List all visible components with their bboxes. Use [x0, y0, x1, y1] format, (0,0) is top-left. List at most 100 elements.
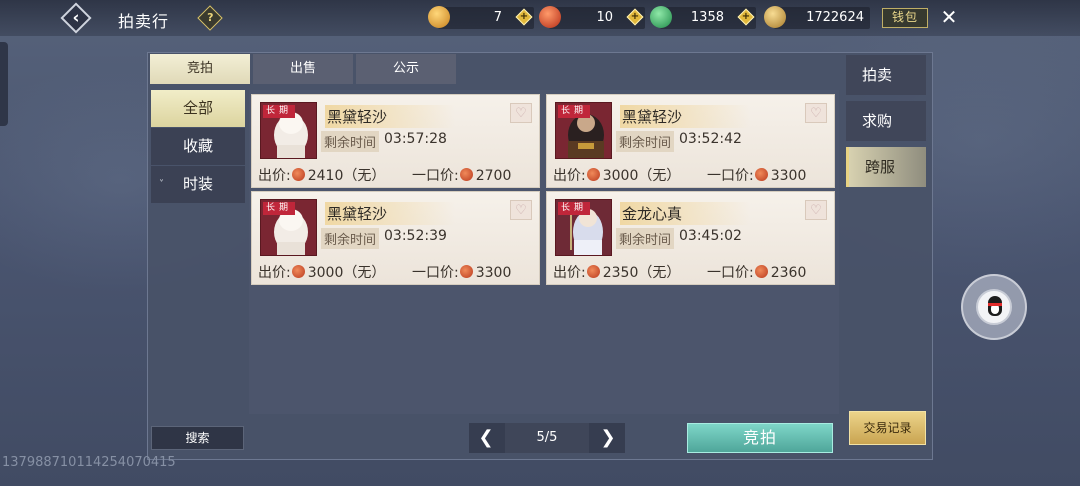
coin-icon [754, 265, 768, 278]
add-currency-button[interactable]: + [737, 8, 755, 26]
add-currency-button[interactable]: + [515, 8, 533, 26]
time-remaining: 03:52:39 [384, 228, 447, 244]
top-bar: ‹ 拍卖行 ? 7 + 10 + 1358 + 1722624 钱包 ✕ [0, 0, 1080, 36]
bid-price: 出价: 2410（无） [258, 165, 385, 185]
tab-wanted[interactable]: 求购 [846, 101, 926, 141]
item-list: 长期 黑黛轻沙 ♡ 剩余时间 03:57:28 出价: 2410（无） 一口价: 2… [249, 90, 839, 414]
tab-public[interactable]: 公示 [356, 54, 456, 84]
favorite-button[interactable]: ♡ [510, 103, 532, 123]
currency-green-jade: 1358 + [650, 6, 756, 29]
time-label: 剩余时间 [616, 131, 675, 152]
left-edge-handle[interactable] [0, 42, 8, 126]
heart-icon: ♡ [515, 106, 527, 121]
badge-long-term: 长期 [263, 202, 296, 215]
time-label: 剩余时间 [321, 228, 380, 249]
penguin-scarf [988, 303, 1002, 306]
bid-value: 2410（无） [307, 168, 386, 184]
bid-price: 出价: 3000（无） [553, 165, 680, 185]
buyout-value: 2360 [770, 265, 807, 281]
wallet-button[interactable]: 钱包 [882, 8, 928, 28]
close-icon[interactable]: ✕ [938, 6, 960, 28]
category-list: 全部 收藏 ˅ 时装 [151, 90, 245, 204]
buyout-price: 一口价: 2360 [707, 262, 806, 282]
page-indicator: 5/5 [505, 423, 589, 453]
item-card[interactable]: 长期 金龙心真 ♡ 剩余时间 03:45:02 出价: 2350（无） 一口价: 2… [546, 191, 835, 285]
red-jade-icon [539, 6, 561, 28]
buyout-price: 一口价: 2700 [412, 165, 511, 185]
badge-long-term: 长期 [263, 105, 296, 118]
buyout-label: 一口价: [707, 265, 754, 281]
next-page-icon[interactable]: ❯ [593, 423, 623, 453]
item-name: 黑黛轻沙 [325, 105, 455, 128]
page-title: 拍卖行 [118, 12, 170, 31]
item-thumbnail: 长期 [260, 199, 317, 256]
qq-float-button[interactable] [961, 274, 1027, 340]
item-name: 金龙心真 [620, 202, 750, 225]
currency-value: 10 [596, 10, 613, 25]
chevron-left-icon: ‹ [72, 7, 80, 28]
gold-token-icon [428, 6, 450, 28]
bid-label: 出价: [258, 168, 291, 184]
bid-price: 出价: 3000（无） [258, 262, 385, 282]
item-name: 黑黛轻沙 [620, 105, 750, 128]
time-remaining: 03:57:28 [384, 131, 447, 147]
currency-gold-token: 7 + [428, 6, 534, 29]
category-fashion[interactable]: ˅ 时装 [151, 166, 245, 203]
category-all[interactable]: 全部 [151, 90, 245, 127]
item-card[interactable]: 长期 黑黛轻沙 ♡ 剩余时间 03:57:28 出价: 2410（无） 一口价: 2… [251, 94, 540, 188]
user-id-watermark: 13798871011425407041​5 [2, 455, 176, 470]
coin-icon [291, 168, 305, 181]
buyout-price: 一口价: 3300 [412, 262, 511, 282]
coin-icon [291, 265, 305, 278]
item-thumbnail: 长期 [260, 102, 317, 159]
coin-icon [459, 168, 473, 181]
item-name: 黑黛轻沙 [325, 202, 455, 225]
help-button[interactable]: ? [197, 5, 223, 31]
coin-icon [586, 265, 600, 278]
currency-value: 1722624 [806, 10, 864, 25]
bid-label: 出价: [553, 168, 586, 184]
buyout-value: 3300 [475, 265, 512, 281]
prev-page-icon[interactable]: ❮ [471, 423, 501, 453]
heart-icon: ♡ [515, 203, 527, 218]
tab-auction[interactable]: 竞拍 [150, 54, 250, 84]
category-favorites[interactable]: 收藏 [151, 128, 245, 165]
time-label: 剩余时间 [616, 228, 675, 249]
currency-red-jade: 10 + [539, 6, 645, 29]
buyout-label: 一口价: [707, 168, 754, 184]
item-card[interactable]: 长期 黑黛轻沙 ♡ 剩余时间 03:52:42 出价: 3000（无） 一口价: 3… [546, 94, 835, 188]
buyout-value: 3300 [770, 168, 807, 184]
favorite-button[interactable]: ♡ [805, 103, 827, 123]
tab-sell[interactable]: 出售 [253, 54, 353, 84]
currency-value: 1358 [690, 10, 724, 25]
bid-value: 3000（无） [307, 265, 386, 281]
pagination: ❮ 5/5 ❯ [469, 423, 625, 453]
buyout-price: 一口价: 3300 [707, 165, 806, 185]
bid-label: 出价: [553, 265, 586, 281]
item-card[interactable]: 长期 黑黛轻沙 ♡ 剩余时间 03:52:39 出价: 3000（无） 一口价: 3… [251, 191, 540, 285]
coin-icon [754, 168, 768, 181]
currency-gold-ingot: 1722624 [764, 6, 870, 29]
chevron-down-icon: ˅ [159, 179, 164, 190]
time-label: 剩余时间 [321, 131, 380, 152]
search-button[interactable]: 搜索 [151, 426, 244, 450]
badge-long-term: 长期 [558, 105, 591, 118]
tab-auction-side[interactable]: 拍卖 [846, 55, 926, 95]
currency-value: 7 [493, 10, 502, 25]
time-remaining: 03:45:02 [679, 228, 742, 244]
heart-icon: ♡ [810, 203, 822, 218]
favorite-button[interactable]: ♡ [805, 200, 827, 220]
gold-ingot-icon [764, 6, 786, 28]
favorite-button[interactable]: ♡ [510, 200, 532, 220]
back-button[interactable]: ‹ [60, 2, 92, 34]
badge-long-term: 长期 [558, 202, 591, 215]
heart-icon: ♡ [810, 106, 822, 121]
trade-record-button[interactable]: 交易记录 [849, 411, 926, 445]
add-currency-button[interactable]: + [626, 8, 644, 26]
buyout-label: 一口价: [412, 265, 459, 281]
category-label: 时装 [182, 175, 213, 193]
item-thumbnail: 长期 [555, 199, 612, 256]
green-jade-icon [650, 6, 672, 28]
bid-button[interactable]: 竞拍 [687, 423, 833, 453]
tab-cross-server[interactable]: 跨服 [846, 147, 926, 187]
